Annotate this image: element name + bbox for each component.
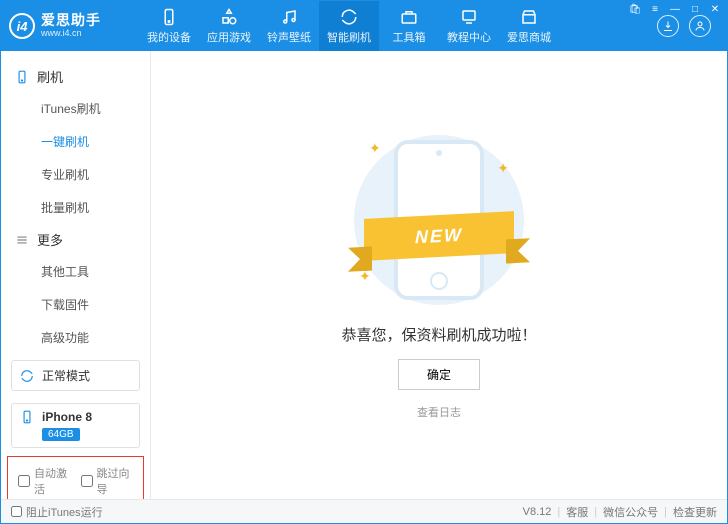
sidebar-group-flash-title: 刷机 — [37, 67, 63, 86]
tutorial-icon — [460, 8, 478, 26]
sidebar: 刷机 iTunes刷机一键刷机专业刷机批量刷机 更多 其他工具下载固件高级功能 … — [1, 51, 151, 499]
tab-label: 爱思商城 — [507, 29, 551, 45]
window-controls: 🛍 ≡ — □ ✕ — [628, 2, 722, 16]
music-icon — [280, 8, 298, 26]
tab-2[interactable]: 铃声壁纸 — [259, 1, 319, 51]
update-link[interactable]: 检查更新 — [673, 504, 717, 520]
device-name: iPhone 8 — [42, 410, 92, 424]
logo-title: 爱思助手 — [41, 13, 101, 28]
phone-icon — [20, 410, 34, 424]
menu-icon[interactable]: ≡ — [648, 2, 662, 16]
auto-activate-label: 自动激活 — [34, 465, 71, 497]
sidebar-group-more: 更多 — [1, 224, 150, 255]
view-log-link[interactable]: 查看日志 — [417, 404, 461, 420]
device-info[interactable]: iPhone 8 64GB — [11, 403, 140, 448]
main-panel: ✦ ✦ ✦ NEW 恭喜您，保资料刷机成功啦！ 确定 查看日志 — [151, 51, 727, 499]
download-button[interactable] — [657, 15, 679, 37]
auto-activate-input[interactable] — [18, 475, 30, 487]
tab-3[interactable]: 智能刷机 — [319, 1, 379, 51]
apps-icon — [220, 8, 238, 26]
tab-6[interactable]: 爱思商城 — [499, 1, 559, 51]
skip-guide-input[interactable] — [81, 475, 93, 487]
logo: i4 爱思助手 www.i4.cn — [9, 13, 139, 39]
toolbox-icon — [400, 8, 418, 26]
tab-label: 智能刷机 — [327, 29, 371, 45]
tab-label: 工具箱 — [393, 29, 426, 45]
ok-button[interactable]: 确定 — [398, 359, 480, 390]
main-tabs: 我的设备应用游戏铃声壁纸智能刷机 工具箱 教程中心爱思商城 — [139, 1, 657, 51]
tab-0[interactable]: 我的设备 — [139, 1, 199, 51]
new-ribbon: NEW — [364, 211, 514, 261]
titlebar-right — [657, 15, 719, 37]
tab-5[interactable]: 教程中心 — [439, 1, 499, 51]
store-icon — [520, 8, 538, 26]
user-button[interactable] — [689, 15, 711, 37]
refresh-icon — [340, 8, 358, 26]
tab-label: 教程中心 — [447, 29, 491, 45]
prevent-itunes-input[interactable] — [11, 506, 22, 517]
app-window: 🛍 ≡ — □ ✕ i4 爱思助手 www.i4.cn 我的设备应用游戏铃声壁纸… — [0, 0, 728, 524]
sidebar-item[interactable]: 高级功能 — [11, 321, 150, 354]
tab-label: 我的设备 — [147, 29, 191, 45]
maximize-icon[interactable]: □ — [688, 2, 702, 16]
tab-4[interactable]: 工具箱 — [379, 1, 439, 51]
support-link[interactable]: 客服 — [566, 504, 588, 520]
tab-label: 铃声壁纸 — [267, 29, 311, 45]
mode-label: 正常模式 — [42, 367, 90, 384]
skip-guide-checkbox[interactable]: 跳过向导 — [81, 465, 134, 497]
sidebar-group-flash: 刷机 — [1, 61, 150, 92]
sidebar-item[interactable]: iTunes刷机 — [11, 92, 150, 125]
mode-selector[interactable]: 正常模式 — [11, 360, 140, 391]
version-label: V8.12 — [523, 506, 552, 518]
device-icon — [15, 70, 29, 84]
success-message: 恭喜您，保资料刷机成功啦！ — [341, 324, 536, 345]
sidebar-item[interactable]: 其他工具 — [11, 255, 150, 288]
prevent-itunes-label: 阻止iTunes运行 — [26, 504, 103, 520]
close-icon[interactable]: ✕ — [708, 2, 722, 16]
sync-icon — [20, 369, 34, 383]
prevent-itunes-checkbox[interactable]: 阻止iTunes运行 — [11, 504, 103, 520]
tab-1[interactable]: 应用游戏 — [199, 1, 259, 51]
tab-label: 应用游戏 — [207, 29, 251, 45]
sidebar-group-more-items: 其他工具下载固件高级功能 — [11, 255, 150, 354]
logo-badge: i4 — [9, 13, 35, 39]
body: 刷机 iTunes刷机一键刷机专业刷机批量刷机 更多 其他工具下载固件高级功能 … — [1, 51, 727, 499]
skip-guide-label: 跳过向导 — [97, 465, 134, 497]
sidebar-item[interactable]: 批量刷机 — [11, 191, 150, 224]
sidebar-item[interactable]: 专业刷机 — [11, 158, 150, 191]
statusbar: 阻止iTunes运行 V8.12 | 客服 | 微信公众号 | 检查更新 — [1, 499, 727, 523]
sidebar-item[interactable]: 下载固件 — [11, 288, 150, 321]
cart-icon[interactable]: 🛍 — [628, 2, 642, 16]
wechat-link[interactable]: 微信公众号 — [603, 504, 658, 520]
sidebar-group-more-title: 更多 — [37, 230, 63, 249]
minimize-icon[interactable]: — — [668, 2, 682, 16]
success-illustration: ✦ ✦ ✦ NEW — [329, 130, 549, 310]
storage-badge: 64GB — [42, 428, 80, 441]
titlebar: i4 爱思助手 www.i4.cn 我的设备应用游戏铃声壁纸智能刷机 工具箱 教程中… — [1, 1, 727, 51]
logo-url: www.i4.cn — [41, 29, 101, 39]
sidebar-item[interactable]: 一键刷机 — [11, 125, 150, 158]
sidebar-group-flash-items: iTunes刷机一键刷机专业刷机批量刷机 — [11, 92, 150, 224]
auto-activate-checkbox[interactable]: 自动激活 — [18, 465, 71, 497]
menu-lines-icon — [15, 233, 29, 247]
device-icon — [160, 8, 178, 26]
